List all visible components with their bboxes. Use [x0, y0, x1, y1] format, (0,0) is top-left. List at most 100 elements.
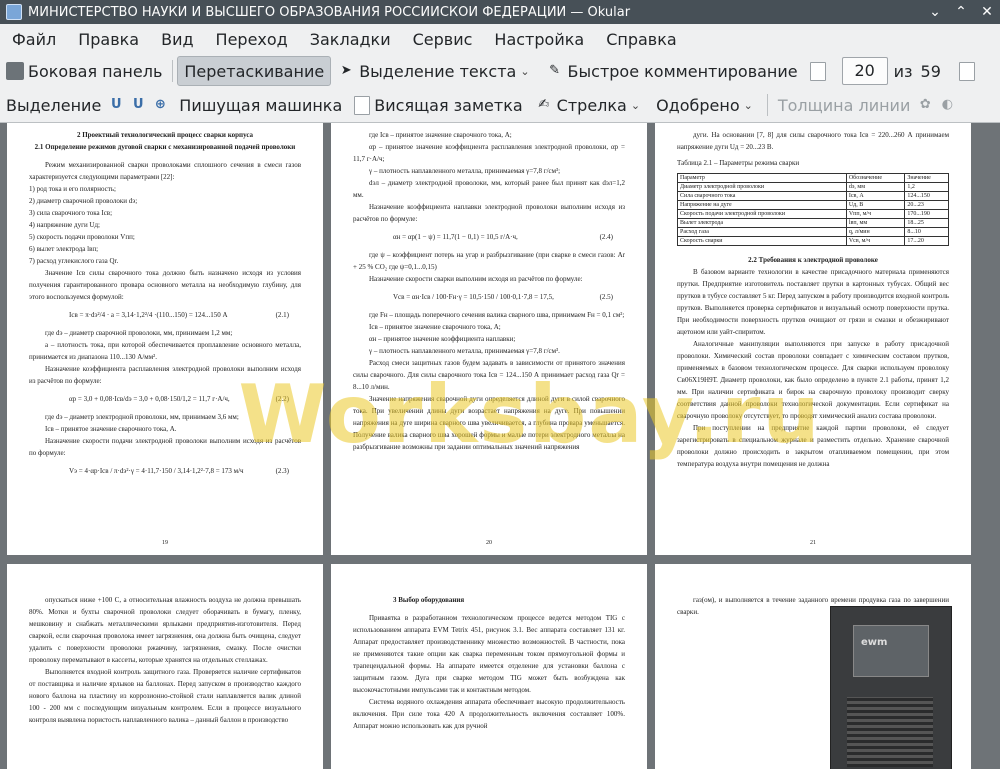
- equation-number: (2.3): [275, 467, 289, 475]
- page-number-input[interactable]: 20: [841, 57, 888, 85]
- paragraph: αр – принятое значение коэффициента расп…: [353, 143, 625, 163]
- equation: αр = 3,0 + 0,08·Iсв/dэ = 3,0 + 0,08·150/…: [29, 387, 301, 411]
- chevron-down-icon[interactable]: ⌄: [520, 65, 529, 78]
- formula: Vсв = αн·Iсв / 100·Fн·γ = 10,5·150 / 100…: [393, 293, 554, 301]
- underline-icon[interactable]: U: [107, 96, 125, 114]
- next-page-icon: [958, 61, 975, 81]
- vertical-scrollbar[interactable]: [978, 123, 1000, 769]
- table-row: Напряжение на дуге Uд, В 20...23: [677, 200, 949, 210]
- paragraph: γ – плотность наплавленного металла, при…: [369, 347, 560, 355]
- approved-label: Одобрено: [656, 95, 740, 115]
- drag-mode-label: Перетаскивание: [184, 61, 325, 81]
- previous-page-button[interactable]: [804, 57, 836, 85]
- page-of-label: из: [893, 61, 913, 81]
- menu-bar: Файл Правка Вид Переход Закладки Сервис …: [0, 24, 1000, 54]
- document-page-20: где Iсв – принятое значение сварочного т…: [331, 123, 647, 555]
- equation-number: (2.4): [599, 233, 613, 241]
- paragraph: При поступлении на предприятие каждой па…: [677, 424, 949, 468]
- main-toolbar: Боковая панель Перетаскивание ➤ Выделени…: [0, 54, 1000, 88]
- annotation-toolbar: Выделение U U ⊕ Пишущая машинка Висящая …: [0, 88, 1000, 123]
- table-cell: Расход газа: [677, 227, 847, 237]
- paragraph: Аналогичные манипуляции выполняются при …: [677, 340, 949, 420]
- table-cell: dэ, мм: [845, 182, 906, 192]
- menu-tools[interactable]: Сервис: [401, 30, 483, 49]
- equation: Vсв = αн·Iсв / 100·Fн·γ = 10,5·150 / 100…: [353, 285, 625, 309]
- stamp-approved-button[interactable]: Одобрено ⌄: [650, 91, 763, 119]
- stamp-icon[interactable]: ⊕: [151, 96, 169, 114]
- drag-mode-button[interactable]: Перетаскивание: [177, 56, 332, 86]
- arrow-button[interactable]: ✍ Стрелка ⌄: [529, 91, 650, 119]
- list-item: 5) скорость подачи проволоки Vпп;: [29, 233, 135, 241]
- machine-panel: [853, 625, 929, 677]
- table-row: Вылет электрода lвп, мм 18...25: [677, 218, 949, 228]
- table-cell: 124...150: [904, 191, 949, 201]
- table-cell: 18...25: [904, 218, 949, 228]
- paragraph: где ψ – коэффициент потерь на угар и раз…: [353, 251, 625, 271]
- pen-icon: ✎: [549, 63, 560, 78]
- chevron-down-icon[interactable]: ⌄: [631, 99, 640, 112]
- document-viewport[interactable]: 2 Проектный технологический процесс свар…: [0, 123, 1000, 769]
- paragraph: αн – принятое значение коэффициента напл…: [369, 335, 516, 343]
- menu-view[interactable]: Вид: [149, 30, 203, 49]
- sidebar-button[interactable]: Боковая панель: [0, 57, 168, 85]
- note-label: Висящая заметка: [374, 95, 523, 115]
- paragraph: где Iсв – принятое значение сварочного т…: [369, 131, 512, 139]
- menu-go[interactable]: Переход: [204, 30, 298, 49]
- paragraph: a – плотность тока, при которой обеспечи…: [29, 341, 301, 361]
- quick-comment-button[interactable]: ✎ Быстрое комментирование: [540, 57, 804, 85]
- page-number: 21: [810, 540, 816, 546]
- list-item: 7) расход углекислого газа Qr.: [29, 257, 119, 265]
- note-button[interactable]: Висящая заметка: [348, 91, 528, 119]
- paragraph: где Fн – площадь поперечного сечения вал…: [369, 311, 625, 319]
- table-caption: Таблица 2.1 – Параметры режима сварки: [677, 159, 800, 167]
- menu-bookmarks[interactable]: Закладки: [298, 30, 401, 49]
- brush-icon: ✍: [538, 97, 550, 112]
- paragraph: где dэ – диаметр сварочной проволоки, мм…: [45, 329, 233, 337]
- table-cell: 1,2: [904, 182, 949, 192]
- list-item: 3) сила сварочного тока Iсв;: [29, 209, 113, 217]
- paragraph: опускаться ниже +100 С, а относительная …: [29, 596, 301, 664]
- okular-app-icon: [6, 4, 22, 20]
- line-width-button: Толщина линии: [772, 91, 917, 119]
- table-cell: Напряжение на дуге: [677, 200, 847, 210]
- menu-edit[interactable]: Правка: [66, 30, 149, 49]
- formula: Iсв = π·dэ²/4 · a = 3,14·1,2²/4 ·(110...…: [69, 311, 228, 319]
- line-width-label: Толщина линии: [777, 95, 911, 115]
- menu-file[interactable]: Файл: [0, 30, 66, 49]
- arrow-label: Стрелка: [556, 95, 627, 115]
- list-item: 2) диаметр сварочной проволоки dэ;: [29, 197, 138, 205]
- text-select-button[interactable]: ➤ Выделение текста ⌄: [331, 57, 539, 85]
- typewriter-label: Пишущая машинка: [179, 95, 343, 115]
- menu-help[interactable]: Справка: [594, 30, 687, 49]
- paragraph: Значение Iсв силы сварочного тока должно…: [29, 269, 301, 301]
- equation: αн = αр(1 − ψ) = 11,7(1 − 0,1) = 10,5 г/…: [353, 225, 625, 249]
- typewriter-button[interactable]: Пишущая машинка: [173, 91, 348, 119]
- table-cell: Iсв, А: [845, 191, 906, 201]
- note-icon: [354, 95, 371, 115]
- ewm-logo: ewm: [861, 637, 888, 648]
- paragraph: В базовом варианте технологии в качестве…: [677, 268, 949, 336]
- table-cell: Сила сварочного тока: [677, 191, 847, 201]
- formula: Vэ = 4·αр·Iсв / π·dэ²·γ = 4·11,7·150 / 3…: [69, 467, 244, 475]
- next-page-button[interactable]: [953, 57, 985, 85]
- table-cell: Скорость подачи электродной проволоки: [677, 209, 847, 219]
- list-item: 4) напряжение дуги Uд;: [29, 221, 100, 229]
- close-icon[interactable]: ✕: [974, 4, 1000, 20]
- formula: αр = 3,0 + 0,08·Iсв/dэ = 3,0 + 0,08·150/…: [69, 395, 230, 403]
- table-cell: Диаметр электродной проволоки: [677, 182, 847, 192]
- paragraph: Iсв – принятое значение сварочного тока,…: [45, 425, 177, 433]
- squiggly-icon[interactable]: U: [129, 96, 147, 114]
- opacity-icon: ◐: [941, 97, 954, 112]
- sidebar-icon: [6, 62, 24, 80]
- sidebar-button-label: Боковая панель: [28, 61, 163, 81]
- paragraph: γ – плотность наплавленного металла, при…: [369, 167, 561, 175]
- chevron-down-icon[interactable]: ⌄: [744, 99, 753, 112]
- document-page-23: 3 Выбор оборудования Приваятка в разрабо…: [331, 564, 647, 769]
- maximize-icon[interactable]: ⌃: [948, 4, 974, 20]
- highlight-button[interactable]: Выделение: [0, 91, 107, 119]
- menu-settings[interactable]: Настройка: [482, 30, 594, 49]
- table-cell: 20...23: [904, 200, 949, 210]
- paragraph: dэл – диаметр электродной проволоки, мм,…: [353, 179, 625, 199]
- section-heading: 2.1 Определение режимов дуговой сварки с…: [34, 143, 296, 151]
- minimize-icon[interactable]: ⌄: [922, 4, 948, 20]
